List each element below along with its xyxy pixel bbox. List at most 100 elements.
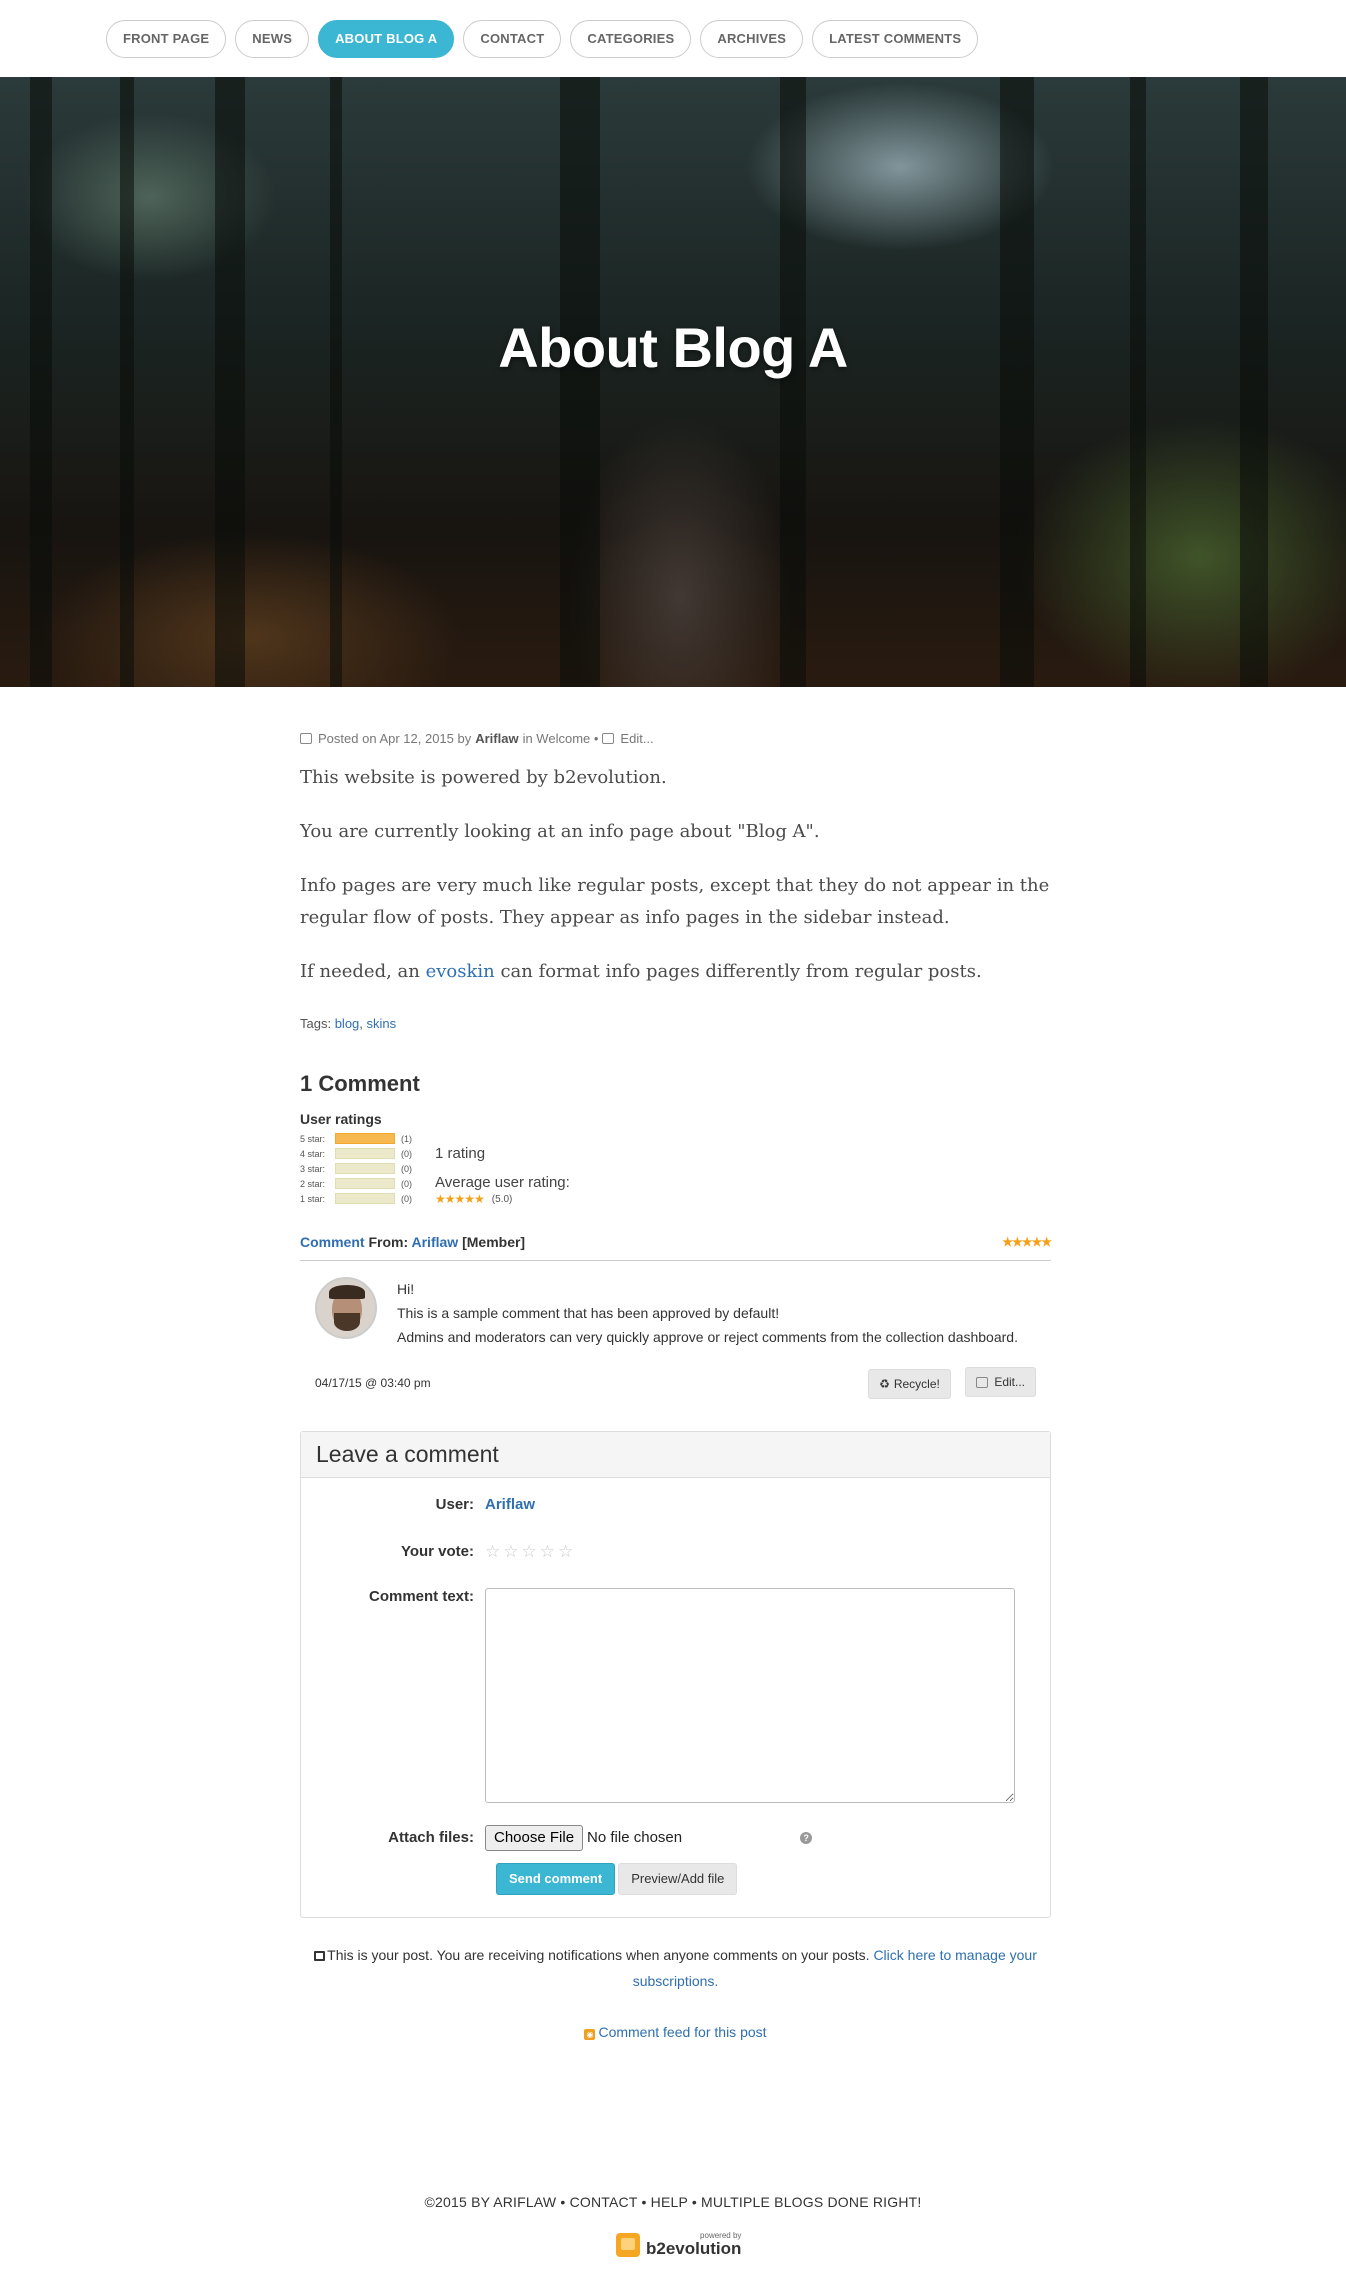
comment-text-label: Comment text: (368, 1587, 474, 1605)
rating-row: 4 star: (0) (300, 1148, 412, 1159)
vote-row: Your vote: ☆ ☆ ☆ ☆ ☆ (301, 1543, 1050, 1560)
ratings-summary: 1 rating Average user rating: ★★★★★ (5.0… (435, 1131, 570, 1206)
vote-stars: ☆ ☆ ☆ ☆ ☆ (485, 1543, 573, 1560)
rating-bar (335, 1148, 395, 1159)
hero-tree (215, 77, 245, 687)
rating-histogram: 5 star: (1) 4 star: (0) 3 star: (0) 2 star:… (300, 1131, 435, 1206)
hero-tree (1130, 77, 1146, 687)
recycle-icon: ♻ (879, 1376, 890, 1391)
nav-categories[interactable]: CATEGORIES (570, 19, 692, 58)
page-title: About Blog A (498, 316, 848, 379)
ratings-title: User ratings (300, 1111, 382, 1127)
help-icon[interactable]: ? (800, 1831, 813, 1844)
rating-row: 1 star: (0) (300, 1193, 412, 1204)
nav-latest-comments[interactable]: LATEST COMMENTS (812, 19, 979, 58)
user-row: User: Ariflaw (301, 1496, 1050, 1513)
rating-row: 2 star: (0) (300, 1178, 412, 1189)
comment-header: Comment From: Ariflaw [Member] ★★★★★ (300, 1234, 1052, 1261)
star-icon[interactable]: ☆ (503, 1543, 518, 1560)
rating-bar (335, 1178, 395, 1189)
comment-textarea[interactable] (485, 1587, 1015, 1803)
top-nav: FRONT PAGE NEWS ABOUT BLOG A CONTACT CAT… (0, 0, 1346, 77)
rss-icon: ◉ (584, 2028, 596, 2040)
post-meta: Posted on Apr 12, 2015 by Ariflaw in Wel… (300, 731, 1051, 746)
avatar[interactable] (315, 1277, 377, 1339)
vote-label: Your vote: (400, 1542, 474, 1560)
attach-label: Attach files: (388, 1829, 474, 1846)
comment-footer: 04/17/15 @ 03:40 pm ♻ Recycle! Edit... (300, 1367, 1051, 1399)
edit-icon (602, 733, 615, 744)
star-icon: ★★★★★ (435, 1192, 485, 1206)
post-date: Posted on Apr 12, 2015 by (318, 731, 472, 746)
tags-label: Tags: (300, 1016, 332, 1031)
powered-by-badge[interactable]: powered by b2evolution (616, 2232, 741, 2257)
choose-file-button[interactable]: Choose File (485, 1824, 584, 1851)
star-icon[interactable]: ☆ (522, 1543, 537, 1560)
nav-news[interactable]: NEWS (235, 19, 310, 58)
form-actions: Send comment Preview/Add file (496, 1862, 1050, 1895)
preview-add-file-button[interactable]: Preview/Add file (618, 1862, 738, 1895)
tag-link[interactable]: blog (335, 1016, 360, 1031)
send-comment-button[interactable]: Send comment (496, 1862, 616, 1895)
post-tags: Tags: blog, skins (300, 1016, 397, 1031)
user-label: User: (435, 1495, 474, 1513)
powered-by-brand: b2evolution (646, 2239, 742, 2258)
star-icon[interactable]: ☆ (558, 1543, 573, 1560)
post-paragraph: You are currently looking at an info pag… (300, 821, 820, 842)
nav-about-blog-a[interactable]: ABOUT BLOG A (318, 19, 455, 58)
rating-row: 5 star: (1) (300, 1133, 412, 1144)
attach-row: Attach files: Choose File No file chosen… (301, 1824, 1050, 1851)
hero-tree (560, 77, 600, 687)
user-link[interactable]: Ariflaw (485, 1496, 535, 1513)
comment-text: Hi! This is a sample comment that has be… (397, 1281, 1018, 1345)
file-status: No file chosen (587, 1829, 683, 1846)
comment-feed-link[interactable]: Comment feed for this post (598, 2024, 766, 2040)
hero-tree (1000, 77, 1034, 687)
envelope-icon (314, 1950, 326, 1961)
comment-from-label: From: (368, 1234, 409, 1250)
user-ratings: 5 star: (1) 4 star: (0) 3 star: (0) 2 star:… (300, 1131, 1051, 1206)
post-edit-link[interactable]: Edit... (620, 731, 653, 746)
nav-front-page[interactable]: FRONT PAGE (106, 19, 227, 58)
star-icon: ★★★★★ (1002, 1235, 1052, 1249)
hero-banner: About Blog A (0, 77, 1346, 687)
footer-links[interactable]: ©2015 BY ARIFLAW • CONTACT • HELP • MULT… (425, 2194, 922, 2210)
post-paragraph: This website is powered by b2evolution. (300, 767, 667, 788)
hero-tree (120, 77, 134, 687)
hero-tree (330, 77, 342, 687)
post-paragraph: If needed, an evoskin can format info pa… (300, 961, 982, 982)
recycle-button[interactable]: ♻ Recycle! (868, 1368, 951, 1399)
post-body: This website is powered by b2evolution. … (300, 762, 1051, 988)
comment-text-row: Comment text: (301, 1587, 1050, 1803)
main-content: Posted on Apr 12, 2015 by Ariflaw in Wel… (300, 687, 1052, 2040)
rating-row: 3 star: (0) (300, 1163, 412, 1174)
comment-date: 04/17/15 @ 03:40 pm (315, 1375, 431, 1390)
average-rating: ★★★★★ (5.0) (435, 1192, 570, 1206)
rating-bar (335, 1193, 395, 1204)
edit-icon (976, 1376, 989, 1388)
comment-author-link[interactable]: Ariflaw (412, 1234, 459, 1250)
hero-tree (1240, 77, 1268, 687)
evoskin-link[interactable]: evoskin (426, 961, 495, 982)
edit-icon (300, 733, 312, 744)
post-author-link[interactable]: Ariflaw (475, 731, 518, 746)
comment-feed: ◉ Comment feed for this post (300, 2024, 1051, 2040)
star-icon[interactable]: ☆ (540, 1543, 555, 1560)
leave-comment-title: Leave a comment (301, 1431, 1050, 1478)
notice-text: This is your post. You are receiving not… (327, 1946, 870, 1963)
rating-bar (335, 1133, 395, 1144)
tag-link[interactable]: skins (367, 1016, 397, 1031)
average-value: (5.0) (491, 1193, 513, 1205)
footer: ©2015 BY ARIFLAW • CONTACT • HELP • MULT… (0, 2194, 1346, 2210)
subscription-notice: This is your post. You are receiving not… (300, 1942, 1051, 1994)
comment-permalink[interactable]: Comment (300, 1234, 365, 1250)
rating-bar (335, 1163, 395, 1174)
nav-archives[interactable]: ARCHIVES (700, 19, 804, 58)
hero-tree (780, 77, 806, 687)
comment-edit-button[interactable]: Edit... (965, 1367, 1036, 1397)
star-icon[interactable]: ☆ (485, 1543, 500, 1560)
leave-comment-form: Leave a comment User: Ariflaw Your vote:… (300, 1430, 1051, 1918)
comment-author-role: [Member] (462, 1234, 526, 1250)
nav-contact[interactable]: CONTACT (463, 19, 562, 58)
comment-body: Hi! This is a sample comment that has be… (300, 1261, 1051, 1349)
